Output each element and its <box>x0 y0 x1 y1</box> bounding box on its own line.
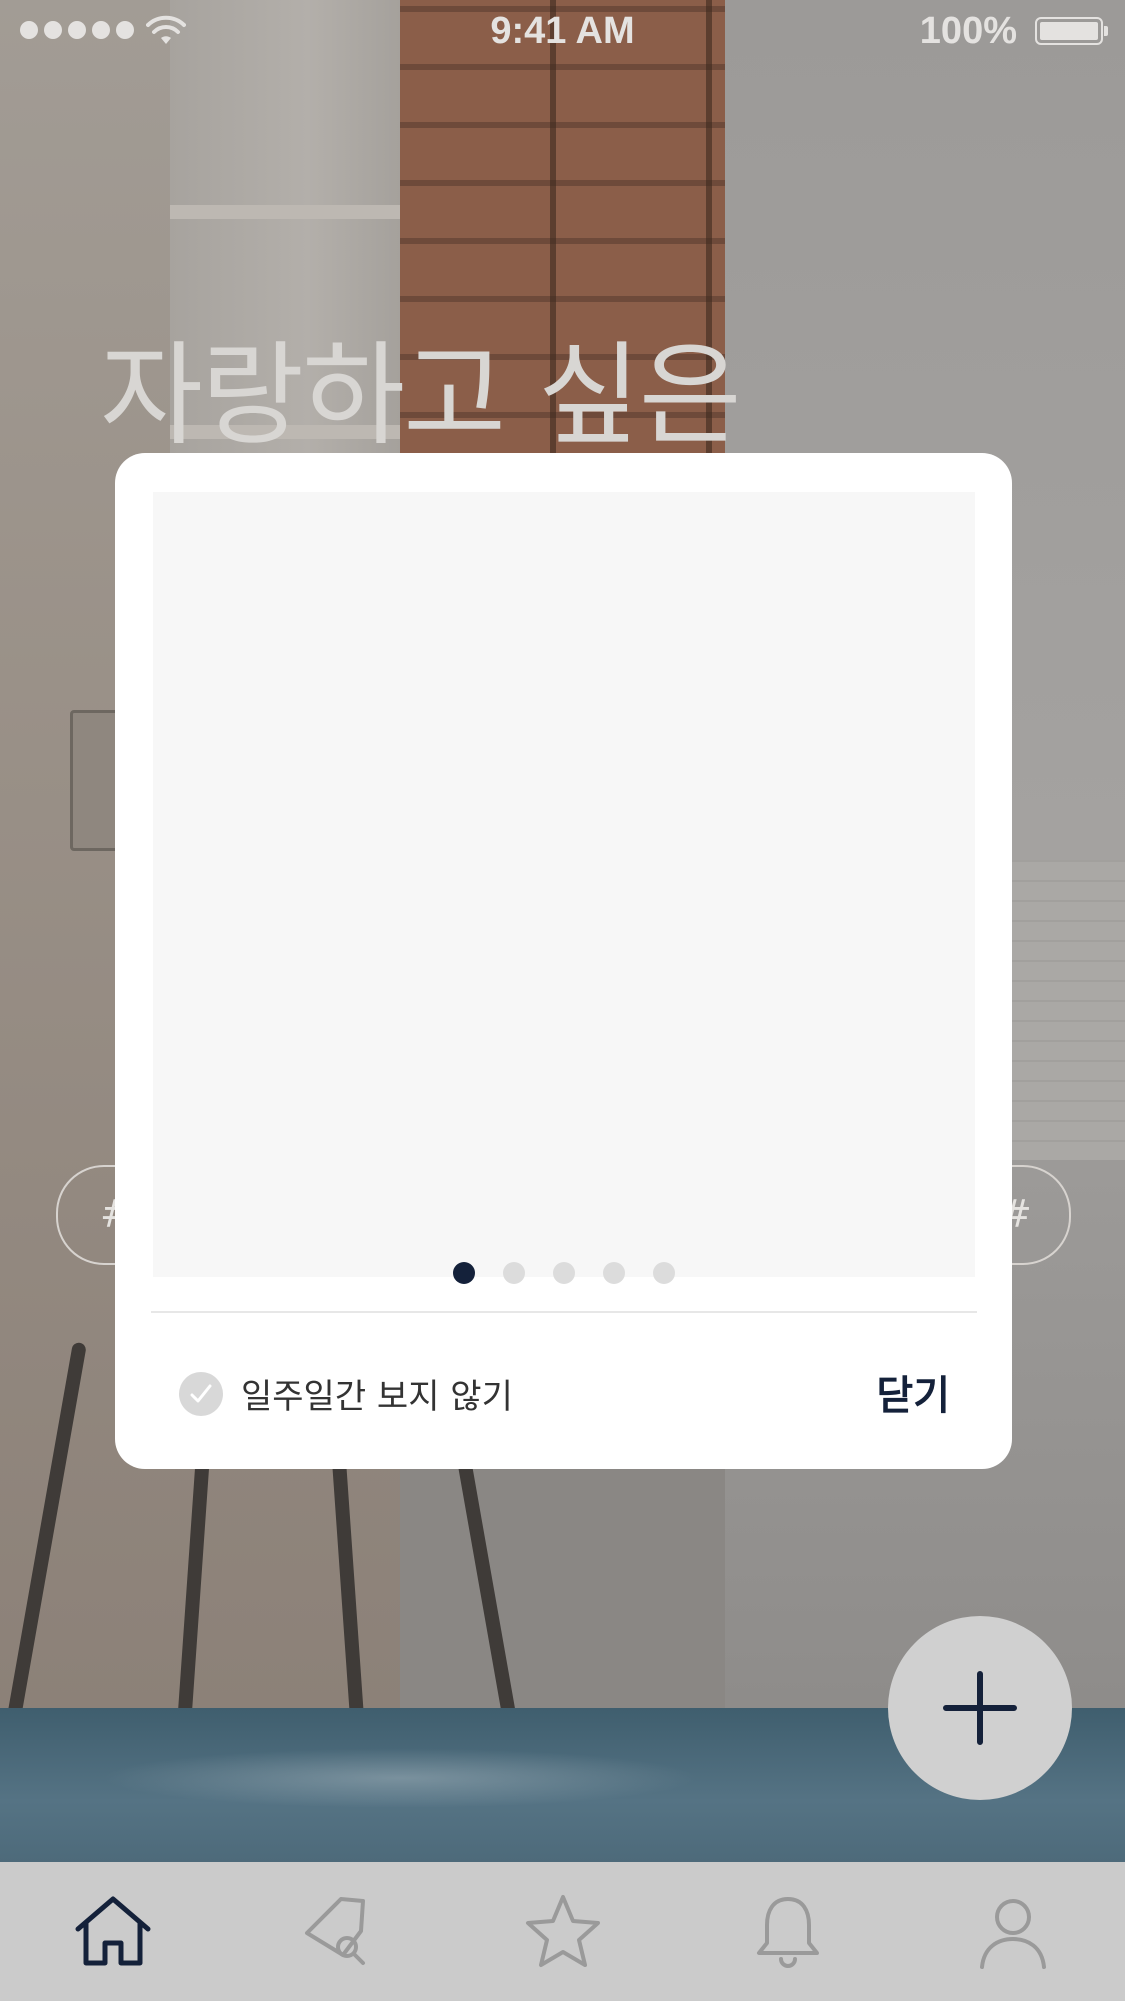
hero-headline: 자랑하고 싶은 <box>100 331 742 461</box>
battery-percentage: 100% <box>919 10 1017 52</box>
user-icon <box>979 1898 1046 1969</box>
tab-search[interactable] <box>225 1862 450 2001</box>
pager-dot[interactable] <box>653 1262 675 1284</box>
tab-favorites[interactable] <box>450 1862 675 2001</box>
tab-profile[interactable] <box>900 1862 1125 2001</box>
pager-dot[interactable] <box>453 1262 475 1284</box>
close-button[interactable]: 닫기 <box>876 1363 950 1421</box>
dont-show-week-label: 일주일간 보지 않기 <box>241 1377 513 1417</box>
tag-search-icon <box>304 1896 365 1965</box>
bell-icon <box>756 1896 819 1968</box>
home-icon <box>75 1896 150 1965</box>
battery-icon <box>1035 17 1108 45</box>
tab-notifications[interactable] <box>675 1862 900 2001</box>
tab-home[interactable] <box>0 1862 225 2001</box>
divider <box>151 1311 977 1313</box>
dont-show-week-checkbox[interactable]: 일주일간 보지 않기 <box>179 1369 513 1418</box>
add-button[interactable] <box>888 1616 1072 1800</box>
popup-carousel[interactable] <box>153 492 975 1284</box>
pager-dot[interactable] <box>553 1262 575 1284</box>
popup-modal: 일주일간 보지 않기 닫기 <box>115 453 1012 1469</box>
check-icon[interactable] <box>179 1371 223 1416</box>
carousel-pager <box>153 1262 975 1284</box>
pager-dot[interactable] <box>503 1262 525 1284</box>
pager-dot[interactable] <box>603 1262 625 1284</box>
bottom-tab-bar <box>0 1862 1125 2001</box>
plus-icon <box>943 1671 1017 1745</box>
status-bar: 9:41 AM 100% <box>0 0 1125 64</box>
star-icon <box>525 1894 600 1967</box>
